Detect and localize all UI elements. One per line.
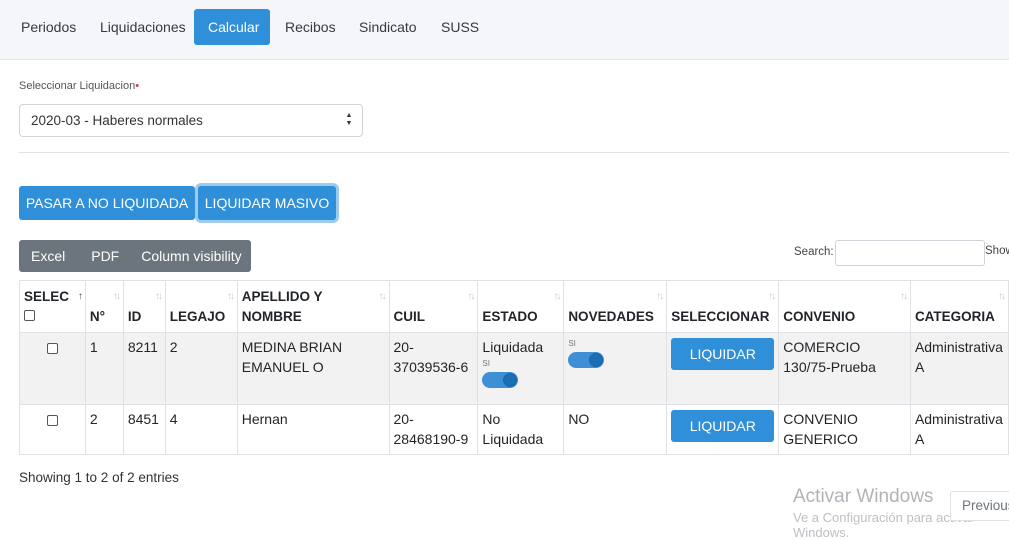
nav-recibos[interactable]: Recibos: [271, 9, 350, 45]
col-seleccionar-label: SELECCIONAR: [671, 309, 770, 324]
col-novedades[interactable]: ↑↓ NOVEDADES: [563, 280, 668, 333]
required-marker: •: [135, 80, 140, 92]
cell-legajo: 4: [164, 404, 238, 455]
col-legajo-label: LEGAJO: [169, 309, 226, 324]
previous-page-button[interactable]: Previous: [950, 491, 1009, 521]
row-checkbox[interactable]: [46, 343, 58, 354]
col-convenio-label: CONVENIO: [783, 309, 856, 324]
cell-convenio: COMERCIO 130/75-Prueba: [778, 332, 911, 405]
nav-calcular[interactable]: Calcular: [194, 9, 270, 45]
liquidacion-select-label: Seleccionar Liquidacion•: [19, 80, 139, 92]
cell-nombre: MEDINA BRIAN EMANUEL O: [236, 332, 390, 405]
search-input[interactable]: [835, 240, 985, 266]
cell-legajo: 2: [164, 332, 238, 405]
col-num[interactable]: ↑↓ N°: [84, 280, 124, 333]
divider: [19, 152, 1009, 153]
cell-num: 2: [84, 404, 124, 455]
liquidar-button[interactable]: LIQUIDAR: [671, 410, 775, 442]
cell-seleccionar: LIQUIDAR: [666, 332, 780, 405]
col-categoria[interactable]: ↑↓ CATEGORIA: [909, 280, 1009, 333]
pdf-button[interactable]: PDF: [65, 240, 119, 272]
table-row: 1 8211 2 MEDINA BRIAN EMANUEL O 20-37039…: [19, 332, 1009, 405]
table-header-row: SELEC ↑ ↑↓ N° ↑↓ ID ↑↓ LEGAJO ↑↓ APELLIDO Y …: [19, 280, 1009, 333]
col-num-label: N°: [89, 309, 106, 324]
cell-categoria: Administrativa A: [909, 404, 1009, 455]
cell-novedades: SI: [563, 332, 668, 405]
sort-asc-icon: ↑: [77, 291, 83, 302]
sort-icon: ↑↓: [768, 291, 776, 302]
liquidar-button[interactable]: LIQUIDAR: [671, 338, 775, 370]
select-updown-icon: ▲ ▼: [345, 112, 353, 127]
col-estado-label: ESTADO: [482, 309, 538, 324]
cell-id: 8211: [122, 332, 166, 405]
row-checkbox[interactable]: [46, 415, 58, 426]
sort-icon: ↑↓: [553, 291, 561, 302]
col-selec-label: SELEC: [24, 289, 70, 304]
export-button-group: Excel PDF Column visibility: [19, 240, 251, 291]
col-legajo[interactable]: ↑↓ LEGAJO: [164, 280, 238, 333]
col-id[interactable]: ↑↓ ID: [122, 280, 166, 333]
nav-periodos[interactable]: Periodos: [7, 9, 90, 45]
col-nombre-label: APELLIDO Y NOMBRE: [241, 289, 323, 324]
col-convenio[interactable]: ↑↓ CONVENIO: [778, 280, 911, 333]
table-row: 2 8451 4 Hernan 20-28468190-9 No Liquida…: [19, 404, 1009, 455]
sort-icon: ↑↓: [112, 291, 121, 302]
cell-cuil: 20-37039536-6: [388, 332, 479, 405]
col-selec[interactable]: SELEC ↑: [19, 280, 86, 333]
cell-num: 1: [84, 332, 124, 405]
pasar-no-liquidada-button[interactable]: PASAR A NO LIQUIDADA: [19, 186, 195, 220]
sort-icon: ↑↓: [656, 291, 664, 302]
column-visibility-label: Column visibility: [141, 248, 242, 264]
sort-icon: ↑↓: [998, 291, 1006, 302]
estado-toggle[interactable]: [482, 372, 519, 388]
col-estado[interactable]: ↑↓ ESTADO: [477, 280, 565, 333]
col-id-label: ID: [127, 309, 142, 324]
row-select-cell: [19, 404, 86, 455]
sort-icon: ↑↓: [899, 291, 908, 302]
cell-estado: Liquidada SI: [477, 332, 565, 405]
top-navigation: Periodos Liquidaciones Calcular Recibos …: [0, 0, 1009, 60]
cell-nombre: Hernan: [236, 404, 390, 455]
row-select-cell: [19, 332, 86, 405]
col-nombre[interactable]: ↑↓ APELLIDO Y NOMBRE: [236, 280, 390, 333]
cell-novedades: NO: [563, 404, 668, 455]
sort-icon: ↑↓: [467, 291, 475, 302]
toggle-knob: [503, 373, 518, 387]
cell-id: 8451: [122, 404, 166, 455]
estado-toggle-label: SI: [482, 359, 490, 368]
select-all-checkbox[interactable]: [24, 310, 35, 321]
toggle-knob: [589, 353, 604, 367]
sort-icon: ↑↓: [226, 291, 235, 302]
cell-categoria: Administrativa A: [909, 332, 1009, 405]
cell-estado: No Liquidada: [477, 404, 565, 455]
col-cuil-label: CUIL: [393, 309, 426, 324]
search-label: Search:: [794, 246, 834, 258]
estado-text: Liquidada: [482, 339, 544, 355]
col-cuil[interactable]: ↑↓ CUIL: [388, 280, 479, 333]
col-novedades-label: NOVEDADES: [568, 309, 654, 324]
sort-icon: ↑↓: [378, 291, 387, 302]
nav-suss[interactable]: SUSS: [427, 9, 493, 45]
novedades-toggle-label: SI: [568, 339, 576, 348]
excel-button[interactable]: Excel: [19, 240, 65, 272]
show-entries-label: Show: [985, 245, 1009, 257]
nav-liquidaciones[interactable]: Liquidaciones: [86, 9, 200, 45]
cell-convenio: CONVENIO GENERICO: [778, 404, 911, 455]
nav-sindicato[interactable]: Sindicato: [345, 9, 431, 45]
cell-cuil: 20-28468190-9: [388, 404, 479, 455]
windows-activation-title: Activar Windows: [793, 486, 934, 507]
novedades-toggle[interactable]: [568, 352, 605, 368]
column-visibility-button[interactable]: Column visibility: [119, 240, 251, 291]
col-seleccionar[interactable]: ↑↓ SELECCIONAR: [666, 280, 780, 333]
cell-seleccionar: LIQUIDAR: [666, 404, 780, 455]
liquidar-masivo-button[interactable]: LIQUIDAR MASIVO: [198, 186, 336, 220]
col-categoria-label: CATEGORIA: [914, 309, 995, 324]
liquidacion-select[interactable]: 2020-03 - Haberes normales ▲ ▼: [19, 104, 363, 137]
liquidacion-table: SELEC ↑ ↑↓ N° ↑↓ ID ↑↓ LEGAJO ↑↓ APELLIDO Y …: [19, 280, 1009, 455]
sort-icon: ↑↓: [154, 291, 163, 302]
table-info: Showing 1 to 2 of 2 entries: [19, 470, 179, 485]
label-text: Seleccionar Liquidacion: [19, 80, 136, 92]
liquidacion-select-value: 2020-03 - Haberes normales: [31, 113, 203, 128]
